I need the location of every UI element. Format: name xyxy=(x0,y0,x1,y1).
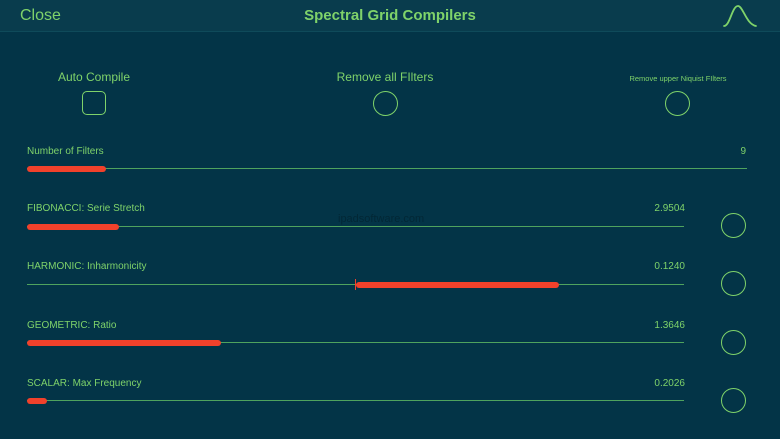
fibonacci-serie-stretch-label: FIBONACCI: Serie Stretch xyxy=(27,203,145,214)
harmonic-inharmonicity-label: HARMONIC: Inharmonicity xyxy=(27,261,147,272)
harmonic-select-radio[interactable] xyxy=(721,271,746,296)
lowpass-filter-curve-icon[interactable] xyxy=(722,2,758,28)
geometric-ratio-slider[interactable] xyxy=(27,339,684,346)
number-of-filters-slider-fill xyxy=(27,165,107,172)
fibonacci-serie-stretch-slider[interactable] xyxy=(27,223,684,230)
remove-all-filters-radio[interactable] xyxy=(373,91,398,116)
number-of-filters-slider[interactable] xyxy=(27,165,747,172)
remove-upper-nyquist-option: Remove upper Niquist FIlters xyxy=(608,74,748,83)
scalar-select-radio[interactable] xyxy=(721,388,746,413)
scalar-max-frequency-value: 0.2026 xyxy=(654,378,685,389)
scalar-max-frequency-slider-fill xyxy=(27,397,47,404)
remove-all-filters-option: Remove all FIlters xyxy=(320,70,450,84)
harmonic-inharmonicity-slider[interactable] xyxy=(27,279,684,290)
auto-compile-option: Auto Compile xyxy=(50,70,138,84)
watermark: ipadsoftware.com xyxy=(338,213,425,225)
scalar-max-frequency-label: SCALAR: Max Frequency xyxy=(27,378,142,389)
auto-compile-label: Auto Compile xyxy=(57,70,131,84)
remove-upper-nyquist-radio[interactable] xyxy=(665,91,690,116)
harmonic-inharmonicity-slider-fill xyxy=(355,281,560,288)
page-title: Spectral Grid Compilers xyxy=(304,7,476,24)
fibonacci-serie-stretch-slider-fill xyxy=(27,223,119,230)
fibonacci-select-radio[interactable] xyxy=(721,213,746,238)
geometric-ratio-value: 1.3646 xyxy=(654,320,685,331)
remove-all-filters-label: Remove all FIlters xyxy=(336,70,434,84)
geometric-ratio-slider-fill xyxy=(27,339,221,346)
remove-upper-nyquist-label: Remove upper Niquist FIlters xyxy=(629,74,727,83)
scalar-max-frequency-slider[interactable] xyxy=(27,397,684,404)
auto-compile-checkbox[interactable] xyxy=(82,91,106,115)
geometric-select-radio[interactable] xyxy=(721,330,746,355)
fibonacci-serie-stretch-value: 2.9504 xyxy=(654,203,685,214)
number-of-filters-value: 9 xyxy=(740,146,746,157)
harmonic-inharmonicity-value: 0.1240 xyxy=(654,261,685,272)
number-of-filters-label: Number of Filters xyxy=(27,146,104,157)
geometric-ratio-label: GEOMETRIC: Ratio xyxy=(27,320,117,331)
top-bar: Close Spectral Grid Compilers xyxy=(0,0,780,32)
harmonic-center-tick xyxy=(355,279,356,290)
